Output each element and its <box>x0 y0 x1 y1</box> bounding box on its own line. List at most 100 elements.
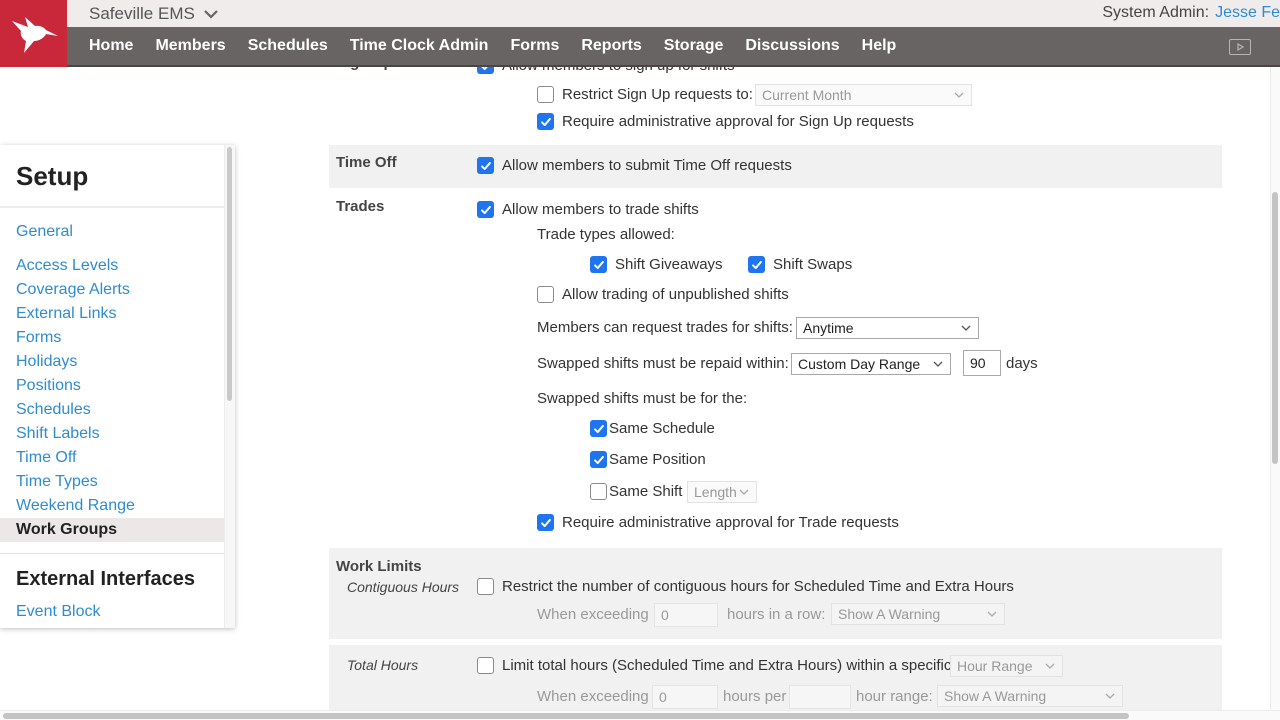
sidebar-scrollbar[interactable] <box>224 145 235 628</box>
total-per-input[interactable] <box>789 685 851 709</box>
nav-home[interactable]: Home <box>89 37 133 55</box>
check-icon <box>539 516 553 530</box>
shift-giveaways-option: Shift Giveaways <box>590 256 723 273</box>
sidebar-item-time-types[interactable]: Time Types <box>0 470 224 494</box>
video-button[interactable] <box>1229 39 1251 55</box>
days-label: days <box>1006 355 1038 372</box>
video-icon <box>1237 42 1245 52</box>
request-trades-label: Members can request trades for shifts: <box>537 319 793 336</box>
request-trades-select[interactable]: Anytime <box>796 317 979 339</box>
total-range-select[interactable]: Hour Range <box>950 655 1063 677</box>
sidebar-item-work-groups[interactable]: Work Groups <box>0 518 224 542</box>
same-schedule-option: Same Schedule <box>590 420 715 437</box>
check-icon <box>479 203 493 217</box>
sidebar-item-external-links[interactable]: External Links <box>0 302 224 326</box>
nav-forms[interactable]: Forms <box>510 37 559 55</box>
total-exceed-input[interactable]: 0 <box>652 685 718 709</box>
chevron-down-icon <box>204 10 218 19</box>
total-action-select[interactable]: Show A Warning <box>937 685 1123 707</box>
logo[interactable] <box>0 0 67 67</box>
check-icon <box>479 159 493 173</box>
sidebar-item-holidays[interactable]: Holidays <box>0 350 224 374</box>
total-range-value: Hour Range <box>957 658 1033 674</box>
sidebar-item-login-block[interactable]: Login Block <box>0 624 224 628</box>
user-name-link[interactable]: Jesse Fe <box>1215 4 1280 21</box>
repaid-within-select[interactable]: Custom Day Range <box>791 353 951 375</box>
nav-help[interactable]: Help <box>862 37 897 55</box>
page-horizontal-scrollbar-thumb[interactable] <box>3 713 1129 719</box>
contiguous-action-select[interactable]: Show A Warning <box>831 603 1005 625</box>
page-vertical-scrollbar[interactable] <box>1270 67 1280 720</box>
sign-up-approval-checkbox[interactable] <box>537 113 554 130</box>
sidebar-item-access-levels[interactable]: Access Levels <box>0 254 224 278</box>
sidebar-item-time-off[interactable]: Time Off <box>0 446 224 470</box>
unpublished-trades-checkbox[interactable] <box>537 286 554 303</box>
request-trades-value: Anytime <box>803 320 854 336</box>
page-horizontal-scrollbar[interactable] <box>0 710 1280 720</box>
shift-giveaways-text: Shift Giveaways <box>615 256 723 273</box>
nav-discussions[interactable]: Discussions <box>745 37 839 55</box>
sidebar-scrollbar-thumb[interactable] <box>227 147 232 401</box>
sidebar-item-event-block[interactable]: Event Block <box>0 600 224 624</box>
nav-time-clock-admin[interactable]: Time Clock Admin <box>350 37 489 55</box>
work-limits-label: Work Limits <box>336 558 422 575</box>
total-hours-label: Total Hours <box>347 657 419 673</box>
contiguous-restrict-option: Restrict the number of contiguous hours … <box>477 578 1014 595</box>
trade-approval-text: Require administrative approval for Trad… <box>562 514 899 531</box>
shift-giveaways-checkbox[interactable] <box>590 256 607 273</box>
total-exceed-label: When exceeding <box>537 688 649 705</box>
contiguous-restrict-text: Restrict the number of contiguous hours … <box>502 578 1014 595</box>
same-schedule-checkbox[interactable] <box>590 420 607 437</box>
role-label: System Admin: <box>1102 4 1210 21</box>
section-time-off: Time Off Allow members to submit Time Of… <box>329 145 1222 188</box>
restrict-sign-up-text: Restrict Sign Up requests to: <box>562 86 753 103</box>
sidebar-item-weekend-range[interactable]: Weekend Range <box>0 494 224 518</box>
restrict-sign-up-checkbox[interactable] <box>537 86 554 103</box>
repaid-within-value: Custom Day Range <box>798 356 921 372</box>
same-position-text: Same Position <box>609 451 706 468</box>
trade-approval-option: Require administrative approval for Trad… <box>537 514 899 531</box>
same-shift-text: Same Shift <box>609 483 683 500</box>
sidebar-item-general[interactable]: General <box>0 220 224 244</box>
main-nav: Home Members Schedules Time Clock Admin … <box>67 27 1280 67</box>
nav-reports[interactable]: Reports <box>581 37 641 55</box>
total-limit-checkbox[interactable] <box>477 657 494 674</box>
nav-members[interactable]: Members <box>155 37 225 55</box>
sidebar-item-shift-labels[interactable]: Shift Labels <box>0 422 224 446</box>
same-shift-option: Same Shift <box>590 483 682 500</box>
restrict-sign-up-select[interactable]: Current Month <box>755 84 972 106</box>
shift-swaps-checkbox[interactable] <box>748 256 765 273</box>
repaid-days-input[interactable]: 90 <box>963 350 1001 376</box>
hour-range-label: hour range: <box>856 688 933 705</box>
sidebar-item-schedules[interactable]: Schedules <box>0 398 224 422</box>
unpublished-trades-option: Allow trading of unpublished shifts <box>537 286 789 303</box>
user-area: System Admin: Jesse Fe <box>1102 4 1280 22</box>
nav-storage[interactable]: Storage <box>664 37 724 55</box>
total-limit-text: Limit total hours (Scheduled Time and Ex… <box>502 657 956 674</box>
contiguous-hours-label: Contiguous Hours <box>347 579 460 595</box>
restrict-sign-up-value: Current Month <box>762 87 852 103</box>
sidebar-item-forms[interactable]: Forms <box>0 326 224 350</box>
sidebar-item-positions[interactable]: Positions <box>0 374 224 398</box>
trade-approval-checkbox[interactable] <box>537 514 554 531</box>
sidebar-item-coverage-alerts[interactable]: Coverage Alerts <box>0 278 224 302</box>
org-switcher[interactable]: Safeville EMS <box>89 4 219 24</box>
allow-time-off-checkbox[interactable] <box>477 157 494 174</box>
org-name: Safeville EMS <box>89 4 195 23</box>
section-trades: Trades Allow members to trade shifts Tra… <box>329 188 1222 548</box>
contiguous-action-value: Show A Warning <box>838 606 941 622</box>
contiguous-exceed-input[interactable]: 0 <box>654 603 718 627</box>
nav-schedules[interactable]: Schedules <box>248 37 328 55</box>
page-vertical-scrollbar-thumb[interactable] <box>1272 192 1278 464</box>
chevron-down-icon <box>1044 660 1056 672</box>
allow-trades-checkbox[interactable] <box>477 201 494 218</box>
allow-trades-option: Allow members to trade shifts <box>477 201 699 218</box>
hummingbird-icon <box>11 16 58 53</box>
contiguous-restrict-checkbox[interactable] <box>477 578 494 595</box>
check-icon <box>750 258 764 272</box>
same-shift-select[interactable]: Length <box>687 481 757 503</box>
same-shift-checkbox[interactable] <box>590 483 607 500</box>
same-position-checkbox[interactable] <box>590 451 607 468</box>
chevron-down-icon <box>953 89 965 101</box>
trade-types-label: Trade types allowed: <box>537 226 675 243</box>
